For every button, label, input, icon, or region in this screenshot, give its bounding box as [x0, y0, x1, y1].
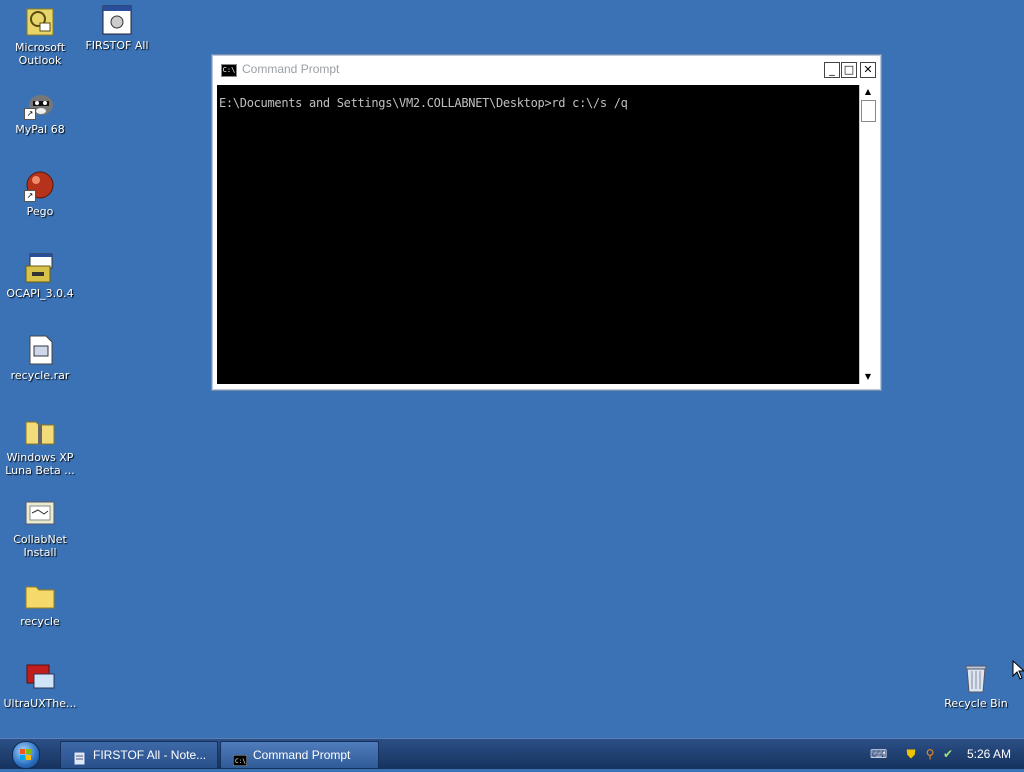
windows-logo-icon: [12, 741, 40, 769]
console-command-line: E:\Documents and Settings\VM2.COLLABNET\…: [219, 96, 628, 110]
desktop-icon-mypal[interactable]: ↗ MyPal 68: [0, 88, 80, 136]
taskbar-button-command-prompt[interactable]: C:\ Command Prompt: [220, 741, 379, 769]
setup-package-icon: [24, 498, 56, 530]
console-icon: C:\: [232, 749, 248, 767]
taskbar-button-label: Command Prompt: [253, 748, 351, 762]
archive-file-icon: [24, 334, 56, 366]
desktop-icon-label: FIRSTOF All: [85, 39, 149, 52]
desktop-icon-recycle-bin[interactable]: Recycle Bin: [936, 662, 1016, 710]
notepad-document-icon: [101, 4, 133, 36]
scroll-up-arrow-icon[interactable]: ▲: [860, 85, 876, 99]
outlook-icon: [24, 6, 56, 38]
desktop-icon-ultrauxtheme[interactable]: UltraUXThe...: [0, 662, 80, 710]
desktop-icon-label: Microsoft Outlook: [14, 41, 66, 67]
desktop-icon-label: Windows XP Luna Beta ...: [5, 451, 75, 477]
desktop-icon-windows-xp-luna[interactable]: Windows XP Luna Beta ...: [0, 416, 80, 477]
folder-icon: [24, 580, 56, 612]
system-tray: ⌨ ⛊ ⚲ ✔ 5:26 AM: [860, 739, 1024, 769]
desktop-icon-recycle-rar[interactable]: recycle.rar: [0, 334, 80, 382]
shortcut-arrow-icon: ↗: [24, 108, 36, 120]
taskbar: FIRSTOF All - Note... C:\ Command Prompt…: [0, 738, 1024, 769]
desktop-icon-label: recycle.rar: [10, 369, 70, 382]
maximize-button[interactable]: □: [841, 62, 857, 78]
close-button[interactable]: ✕: [860, 62, 876, 78]
desktop-icon-microsoft-outlook[interactable]: Microsoft Outlook: [0, 6, 80, 67]
taskbar-button-label: FIRSTOF All - Note...: [93, 748, 207, 762]
desktop-icon-label: Recycle Bin: [944, 697, 1008, 710]
zip-folder-icon: [24, 416, 56, 448]
desktop-icon-label: CollabNet Install: [13, 533, 67, 559]
shortcut-arrow-icon: ↗: [24, 190, 36, 202]
installer-icon: [24, 252, 56, 284]
window-title: Command Prompt: [242, 62, 340, 76]
keyboard-icon[interactable]: ⌨: [870, 747, 887, 761]
search-icon[interactable]: ⚲: [923, 747, 937, 761]
desktop-icon-pego[interactable]: ↗ Pego: [0, 170, 80, 218]
scroll-thumb[interactable]: [861, 100, 876, 122]
desktop-icon-label: MyPal 68: [15, 123, 65, 136]
desktop-icon-label: UltraUXThe...: [3, 697, 77, 710]
scroll-down-arrow-icon[interactable]: ▼: [860, 370, 876, 384]
desktop-icon-label: recycle: [20, 615, 60, 628]
mouse-cursor-icon: [1012, 660, 1024, 680]
taskbar-button-notepad[interactable]: FIRSTOF All - Note...: [60, 741, 218, 769]
security-shield-icon[interactable]: ⛊: [904, 747, 918, 761]
theme-patcher-icon: [24, 662, 56, 694]
desktop-icon-collabnet-install[interactable]: CollabNet Install: [0, 498, 80, 559]
command-prompt-window[interactable]: C:\ Command Prompt _ □ ✕ E:\Documents an…: [212, 55, 881, 390]
raccoon-icon: ↗: [24, 88, 56, 120]
network-icon[interactable]: ✔: [941, 747, 955, 761]
minimize-button[interactable]: _: [824, 62, 840, 78]
start-button[interactable]: [6, 741, 44, 769]
notepad-icon: [73, 749, 87, 766]
desktop-icon-firstof-all[interactable]: FIRSTOF All: [77, 4, 157, 52]
desktop-icon-label: Pego: [26, 205, 54, 218]
window-titlebar[interactable]: C:\ Command Prompt _ □ ✕: [213, 56, 880, 84]
console-icon: C:\: [221, 64, 237, 77]
svg-text:C:\: C:\: [235, 758, 246, 765]
clock[interactable]: 5:26 AM: [967, 739, 1011, 769]
desktop-icon-ocapi[interactable]: OCAPI_3.0.4: [0, 252, 80, 300]
recycle-bin-icon: [960, 662, 992, 694]
vertical-scrollbar[interactable]: ▲ ▼: [859, 85, 876, 384]
red-orb-icon: ↗: [24, 170, 56, 202]
desktop-icon-label: OCAPI_3.0.4: [6, 287, 74, 300]
desktop-icon-recycle-folder[interactable]: recycle: [0, 580, 80, 628]
console-output-area[interactable]: E:\Documents and Settings\VM2.COLLABNET\…: [217, 85, 859, 384]
